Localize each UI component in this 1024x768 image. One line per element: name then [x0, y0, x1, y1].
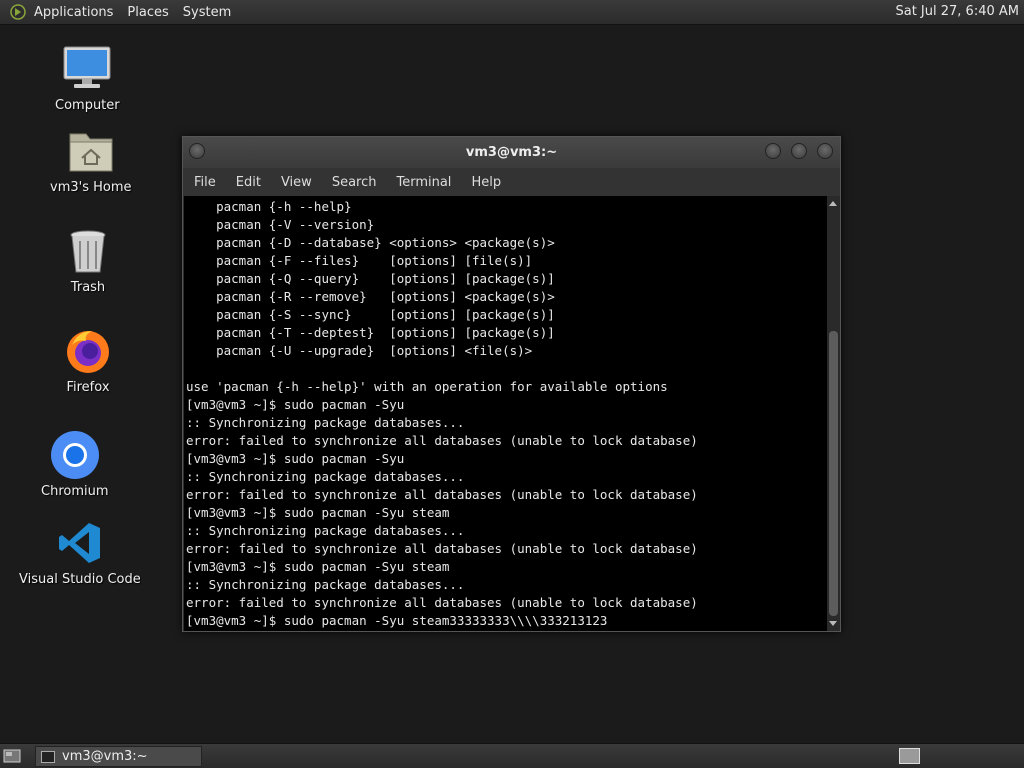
terminal-line: [vm3@vm3 ~]$ sudo pacman -Syu steam	[186, 559, 450, 574]
menu-help[interactable]: Help	[461, 175, 511, 190]
terminal-icon	[41, 750, 55, 763]
places-menu[interactable]: Places	[127, 5, 168, 20]
terminal-prompt-line: [vm3@vm3 ~]$ sudo pacman -Syu steam33333…	[186, 613, 608, 628]
terminal-menubar: File Edit View Search Terminal Help	[183, 168, 840, 196]
terminal-line: pacman {-D --database} <options> <packag…	[186, 235, 555, 250]
window-title: vm3@vm3:~	[465, 145, 558, 160]
workspace-switcher[interactable]	[899, 748, 920, 764]
desktop-icon-computer[interactable]: Computer	[55, 44, 120, 113]
firefox-icon	[63, 326, 113, 376]
terminal-window[interactable]: vm3@vm3:~ File Edit View Search Terminal…	[182, 136, 841, 632]
terminal-line: [vm3@vm3 ~]$ sudo pacman -Syu	[186, 451, 405, 466]
terminal-line: :: Synchronizing package databases...	[186, 577, 465, 592]
top-panel: Applications Places System Sat Jul 27, 6…	[0, 0, 1024, 25]
terminal-line: error: failed to synchronize all databas…	[186, 433, 698, 448]
terminal-line: [vm3@vm3 ~]$ sudo pacman -Syu steam	[186, 505, 450, 520]
taskbar-window-label: vm3@vm3:~	[62, 749, 148, 764]
window-titlebar[interactable]: vm3@vm3:~	[183, 137, 840, 168]
close-button[interactable]	[817, 143, 833, 159]
desktop-icon-firefox[interactable]: Firefox	[63, 326, 113, 395]
desktop-icon-vscode[interactable]: Visual Studio Code	[19, 518, 141, 587]
terminal-line: pacman {-T --deptest} [options] [package…	[186, 325, 555, 340]
computer-icon	[62, 44, 112, 94]
clock[interactable]: Sat Jul 27, 6:40 AM	[895, 4, 1019, 19]
menu-search[interactable]: Search	[322, 175, 387, 190]
terminal-line: :: Synchronizing package databases...	[186, 523, 465, 538]
terminal-line: [vm3@vm3 ~]$ sudo pacman -Syu	[186, 397, 405, 412]
minimize-button[interactable]	[765, 143, 781, 159]
desktop-icon-home[interactable]: vm3's Home	[50, 126, 132, 195]
applications-menu[interactable]: Applications	[34, 5, 113, 20]
terminal-line: pacman {-F --files} [options] [file(s)]	[186, 253, 533, 268]
trash-icon	[63, 226, 113, 276]
terminal-line: error: failed to synchronize all databas…	[186, 541, 698, 556]
maximize-button[interactable]	[791, 143, 807, 159]
show-desktop-icon[interactable]	[3, 748, 21, 764]
desktop-icon-trash[interactable]: Trash	[63, 226, 113, 295]
terminal-line: pacman {-R --remove} [options] <package(…	[186, 289, 555, 304]
terminal-scrollbar[interactable]	[827, 196, 840, 631]
terminal-line: pacman {-h --help}	[186, 199, 352, 214]
terminal-line: pacman {-V --version}	[186, 217, 375, 232]
bottom-panel: vm3@vm3:~	[0, 743, 1024, 768]
chromium-icon	[50, 430, 100, 480]
desktop-icon-label: Visual Studio Code	[19, 572, 141, 587]
scroll-up-arrow-icon[interactable]	[829, 201, 837, 206]
terminal-line: :: Synchronizing package databases...	[186, 469, 465, 484]
terminal-line: pacman {-U --upgrade} [options] <file(s)…	[186, 343, 533, 358]
menu-terminal[interactable]: Terminal	[386, 175, 461, 190]
scrollbar-thumb[interactable]	[829, 331, 838, 616]
menu-file[interactable]: File	[183, 175, 226, 190]
desktop-icon-chromium[interactable]: Chromium	[41, 430, 109, 499]
vscode-icon	[55, 518, 105, 568]
system-menu[interactable]: System	[183, 5, 231, 20]
terminal-line: use 'pacman {-h --help}' with an operati…	[186, 379, 668, 394]
desktop-icon-label: Firefox	[66, 380, 110, 395]
window-menu-button[interactable]	[189, 143, 205, 159]
desktop-icon-label: Trash	[70, 280, 106, 295]
desktop-icon-label: vm3's Home	[50, 180, 132, 195]
menu-view[interactable]: View	[271, 175, 322, 190]
terminal-line: pacman {-Q --query} [options] [package(s…	[186, 271, 555, 286]
terminal-line: :: Synchronizing package databases...	[186, 415, 465, 430]
menu-edit[interactable]: Edit	[226, 175, 271, 190]
terminal-line: pacman {-S --sync} [options] [package(s)…	[186, 307, 555, 322]
home-folder-icon	[66, 126, 116, 176]
scroll-down-arrow-icon[interactable]	[829, 621, 837, 626]
applications-logo-icon[interactable]	[10, 4, 26, 20]
taskbar-window-button[interactable]: vm3@vm3:~	[35, 746, 202, 767]
desktop-icon-label: Computer	[55, 98, 120, 113]
terminal-line: error: failed to synchronize all databas…	[186, 595, 698, 610]
desktop-icon-label: Chromium	[41, 484, 109, 499]
terminal-output[interactable]: pacman {-h --help} pacman {-V --version}…	[184, 196, 827, 631]
terminal-line: error: failed to synchronize all databas…	[186, 487, 698, 502]
